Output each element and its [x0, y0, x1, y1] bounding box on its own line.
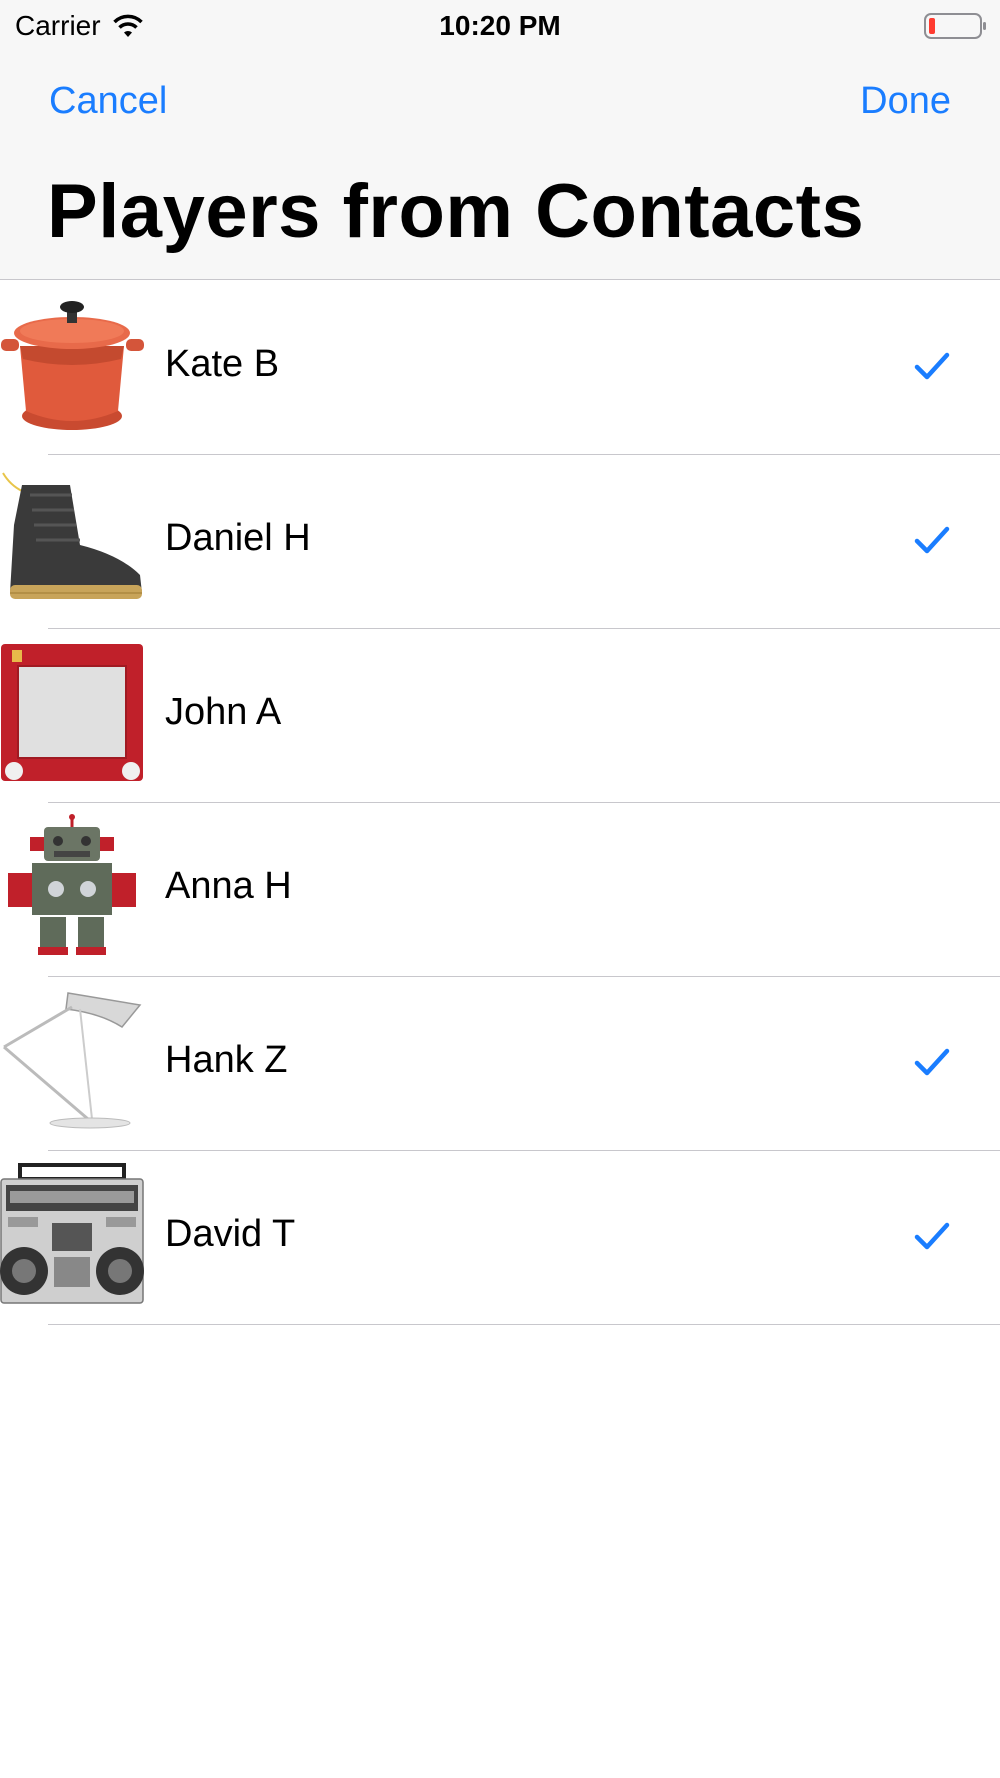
player-row-kate-b[interactable]: Kate B — [0, 281, 1000, 455]
boombox-icon — [0, 1163, 144, 1304]
player-row-hank-z[interactable]: Hank Z — [0, 977, 1000, 1151]
status-time: 10:20 PM — [439, 10, 561, 41]
checkmark-icon — [914, 526, 950, 554]
player-name: David T — [165, 1213, 296, 1255]
player-name: Daniel H — [165, 517, 311, 559]
screen: Carrier 10:20 PM Cancel Done Players fro… — [0, 0, 1000, 1778]
etch-a-sketch-icon — [1, 644, 143, 781]
player-row-david-t[interactable]: David T — [0, 1151, 1000, 1325]
robot-icon — [8, 814, 136, 955]
page-title: Players from Contacts — [47, 169, 865, 254]
player-name: Hank Z — [165, 1039, 288, 1081]
players-list: Kate B Daniel H John A Anna H Hank Z Dav… — [0, 281, 1000, 1325]
player-name: John A — [165, 691, 282, 733]
checkmark-icon — [914, 1048, 950, 1076]
cancel-button[interactable]: Cancel — [49, 80, 167, 123]
player-row-daniel-h[interactable]: Daniel H — [0, 455, 1000, 629]
battery-low-icon — [924, 13, 986, 39]
checkmark-icon — [914, 352, 950, 380]
player-name: Anna H — [165, 865, 292, 907]
desk-lamp-icon — [3, 992, 142, 1129]
navigation-header: Carrier 10:20 PM Cancel Done Players fro… — [0, 0, 1000, 280]
player-name: Kate B — [165, 343, 280, 385]
boot-icon — [2, 472, 142, 599]
done-button[interactable]: Done — [860, 80, 951, 123]
cooking-pot-icon — [1, 301, 144, 430]
player-row-anna-h[interactable]: Anna H — [0, 803, 1000, 977]
player-row-john-a[interactable]: John A — [0, 629, 1000, 803]
status-bar: Carrier 10:20 PM — [0, 0, 1000, 50]
checkmark-icon — [914, 1222, 950, 1250]
